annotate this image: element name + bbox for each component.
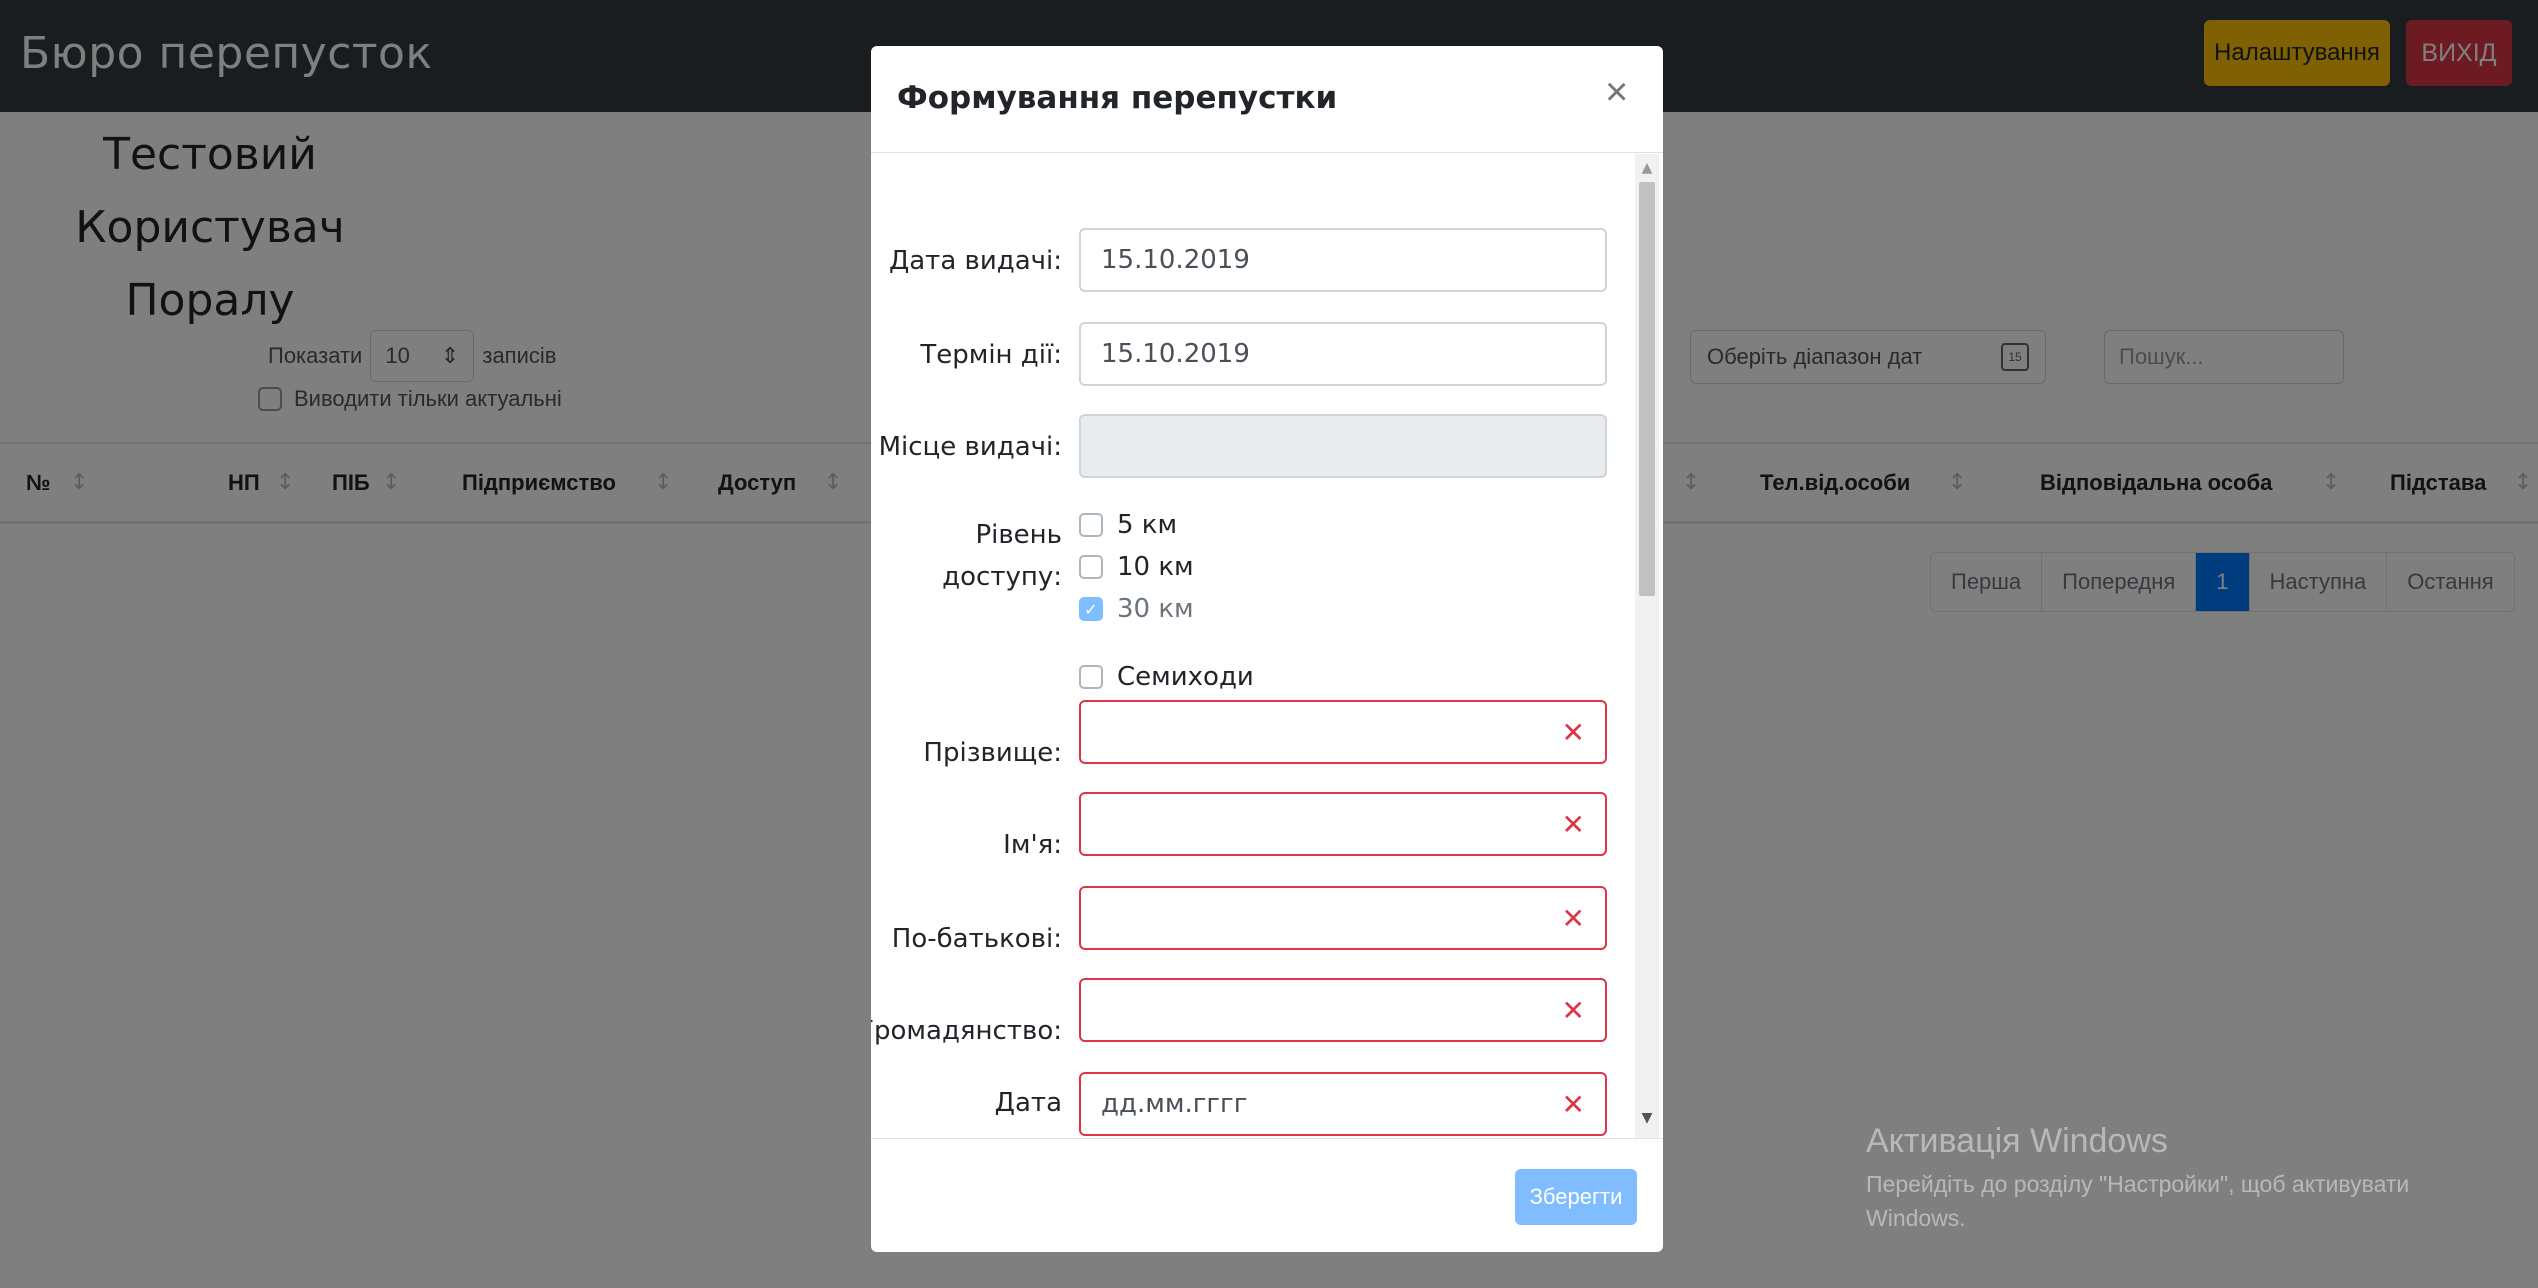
level-5km-label: 5 км	[1117, 510, 1178, 540]
level-10km-option[interactable]: 10 км	[1079, 552, 1194, 582]
name-input[interactable]: ✕	[1079, 792, 1607, 856]
invalid-x-icon: ✕	[1561, 715, 1585, 749]
invalid-x-icon: ✕	[1561, 807, 1585, 841]
citizenship-input[interactable]: ✕	[1079, 978, 1607, 1042]
scroll-down-icon[interactable]: ▼	[1635, 1110, 1659, 1126]
pass-form-modal: Формування перепустки × Дата видачі: 15.…	[871, 46, 1663, 1252]
invalid-x-icon: ✕	[1561, 1087, 1585, 1121]
name-label: Ім'я:	[1003, 830, 1062, 860]
issue-place-label: Місце видачі:	[878, 432, 1062, 462]
valid-until-input[interactable]: 15.10.2019	[1079, 322, 1607, 386]
surname-label: Прізвище:	[923, 738, 1062, 768]
windows-activation-watermark: Активація Windows Перейдіть до розділу "…	[1866, 1122, 2466, 1235]
watermark-title: Активація Windows	[1866, 1122, 2168, 1160]
valid-until-value: 15.10.2019	[1101, 339, 1250, 369]
watermark-subtitle: Перейдіть до розділу "Настройки", щоб ак…	[1866, 1171, 2410, 1231]
birth-date-label-line: народження:	[881, 1130, 1062, 1138]
citizenship-label: Громадянство:	[871, 1016, 1062, 1046]
invalid-x-icon: ✕	[1561, 993, 1585, 1027]
close-icon[interactable]: ×	[1605, 72, 1628, 112]
birth-date-label-line: Дата	[994, 1088, 1062, 1118]
modal-body: Дата видачі: 15.10.2019 Термін дії: 15.1…	[871, 154, 1663, 1138]
level-30km-checkbox[interactable]: ✓	[1079, 597, 1103, 621]
issue-date-label: Дата видачі:	[888, 246, 1062, 276]
level-30km-option[interactable]: ✓ 30 км	[1079, 594, 1194, 624]
semikhody-checkbox[interactable]	[1079, 665, 1103, 689]
birth-date-input[interactable]: дд.мм.гггг ✕	[1079, 1072, 1607, 1136]
modal-header: Формування перепустки ×	[871, 46, 1663, 153]
access-level-label-line: Рівень	[975, 520, 1062, 550]
level-5km-option[interactable]: 5 км	[1079, 510, 1177, 540]
level-10km-checkbox[interactable]	[1079, 555, 1103, 579]
patronymic-label: По-батькові:	[891, 924, 1062, 954]
birth-date-placeholder: дд.мм.гггг	[1101, 1089, 1248, 1119]
level-10km-label: 10 км	[1117, 552, 1194, 582]
issue-date-value: 15.10.2019	[1101, 245, 1250, 275]
save-button[interactable]: Зберегти	[1515, 1169, 1637, 1225]
issue-place-input	[1079, 414, 1607, 478]
modal-title: Формування перепустки	[897, 80, 1338, 116]
level-5km-checkbox[interactable]	[1079, 513, 1103, 537]
patronymic-input[interactable]: ✕	[1079, 886, 1607, 950]
semikhody-label: Семиходи	[1117, 662, 1254, 692]
modal-scrollbar[interactable]: ▲ ▼	[1635, 154, 1659, 1138]
scroll-up-icon[interactable]: ▲	[1635, 160, 1659, 176]
level-30km-label: 30 км	[1117, 594, 1194, 624]
surname-input[interactable]: ✕	[1079, 700, 1607, 764]
birth-date-label: Дата народження:	[881, 1082, 1062, 1138]
invalid-x-icon: ✕	[1561, 901, 1585, 935]
semikhody-option[interactable]: Семиходи	[1079, 662, 1254, 692]
valid-until-label: Термін дії:	[920, 340, 1062, 370]
issue-date-input[interactable]: 15.10.2019	[1079, 228, 1607, 292]
access-level-label-line: доступу:	[942, 562, 1062, 592]
access-level-label: Рівень доступу:	[942, 514, 1062, 598]
scroll-thumb[interactable]	[1639, 182, 1655, 596]
modal-footer: Зберегти	[871, 1138, 1663, 1252]
